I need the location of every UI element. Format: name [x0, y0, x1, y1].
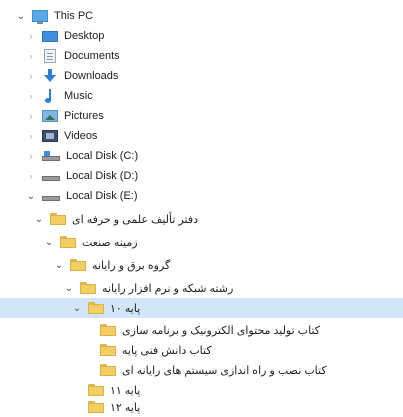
chevron-right-icon[interactable]: › — [26, 30, 36, 42]
documents-icon — [44, 49, 56, 63]
chevron-right-icon[interactable]: › — [26, 110, 36, 122]
chevron-right-icon[interactable]: › — [26, 50, 36, 62]
local-disk-icon — [42, 194, 60, 202]
tree-item-folder[interactable]: کتاب تولید محتوای الکترونیک و برنامه ساز… — [0, 320, 403, 340]
tree-item-label: گروه برق و رایانه — [92, 259, 171, 272]
chevron-down-icon[interactable]: ⌄ — [34, 213, 44, 225]
tree-item-label: Music — [64, 90, 93, 102]
tree-item-label: Local Disk (C:) — [66, 150, 139, 162]
chevron-right-icon[interactable]: › — [26, 130, 36, 142]
tree-item-desktop[interactable]: › Desktop — [0, 26, 403, 46]
tree-item-folder-selected[interactable]: ⌄ پایه ۱۰ — [0, 298, 403, 318]
tree-item-folder[interactable]: پایه ۱۲ — [0, 397, 403, 417]
chevron-right-icon[interactable]: › — [26, 90, 36, 102]
tree-item-label: Local Disk (D:) — [66, 170, 139, 182]
music-icon — [42, 89, 58, 103]
tree-item-label: پایه ۱۱ — [110, 384, 141, 397]
tree-item-folder[interactable]: کتاب نصب و راه اندازی سیستم های رایانه ا… — [0, 360, 403, 380]
tree-item-folder[interactable]: کتاب دانش فنی پایه — [0, 340, 403, 360]
tree-item-downloads[interactable]: › Downloads — [0, 66, 403, 86]
tree-item-label: Documents — [64, 50, 120, 62]
chevron-down-icon[interactable]: ⌄ — [44, 236, 54, 248]
tree-item-folder[interactable]: ⌄ زمینه صنعت — [0, 232, 403, 252]
pc-icon — [32, 10, 48, 24]
folder-icon — [80, 282, 96, 294]
chevron-down-icon[interactable]: ⌄ — [16, 10, 26, 22]
local-disk-icon — [42, 174, 60, 182]
folder-icon — [60, 236, 76, 248]
tree-item-folder[interactable]: ⌄ گروه برق و رایانه — [0, 255, 403, 275]
tree-item-label: زمینه صنعت — [82, 236, 138, 249]
folder-icon — [100, 364, 116, 376]
folder-icon — [70, 259, 86, 271]
folder-icon — [50, 213, 66, 225]
tree-item-label: پایه ۱۲ — [110, 401, 141, 414]
tree-item-label: رشته شبکه و نرم افزار رایانه — [102, 282, 234, 295]
folder-icon — [100, 344, 116, 356]
tree-item-folder[interactable]: ⌄ دفتر تألیف علمی و حرفه ای — [0, 209, 403, 229]
chevron-down-icon[interactable]: ⌄ — [64, 282, 74, 294]
chevron-right-icon[interactable]: › — [26, 150, 36, 162]
tree-item-label: کتاب تولید محتوای الکترونیک و برنامه ساز… — [122, 324, 320, 337]
tree-item-local-disk-d[interactable]: › Local Disk (D:) — [0, 166, 403, 186]
tree-item-label: کتاب دانش فنی پایه — [122, 344, 212, 357]
downloads-icon — [42, 69, 58, 83]
chevron-right-icon[interactable]: › — [26, 170, 36, 182]
tree-item-label: Pictures — [64, 110, 104, 122]
folder-icon — [88, 401, 104, 413]
chevron-right-icon[interactable]: › — [26, 70, 36, 82]
chevron-down-icon[interactable]: ⌄ — [26, 190, 36, 202]
tree-item-local-disk-c[interactable]: › Local Disk (C:) — [0, 146, 403, 166]
tree-item-label: کتاب نصب و راه اندازی سیستم های رایانه ا… — [122, 364, 327, 377]
tree-item-documents[interactable]: › Documents — [0, 46, 403, 66]
tree-item-label: پایه ۱۰ — [110, 302, 141, 315]
tree-item-label: This PC — [54, 10, 94, 22]
tree-item-label: Local Disk (E:) — [66, 190, 138, 202]
folder-icon — [88, 384, 104, 396]
pictures-icon — [42, 110, 58, 122]
tree-item-label: Desktop — [64, 30, 105, 42]
tree-item-music[interactable]: › Music — [0, 86, 403, 106]
tree-item-videos[interactable]: › Videos — [0, 126, 403, 146]
folder-icon — [100, 324, 116, 336]
navigation-tree: ⌄ This PC › Desktop › Documents › Downlo… — [0, 0, 403, 415]
chevron-down-icon[interactable]: ⌄ — [54, 259, 64, 271]
folder-icon — [88, 302, 104, 314]
desktop-icon — [42, 30, 58, 42]
tree-item-label: Videos — [64, 130, 98, 142]
videos-icon — [42, 130, 58, 142]
tree-item-label: دفتر تألیف علمی و حرفه ای — [72, 213, 199, 226]
tree-item-this-pc[interactable]: ⌄ This PC — [0, 6, 403, 26]
tree-item-pictures[interactable]: › Pictures — [0, 106, 403, 126]
tree-item-folder[interactable]: ⌄ رشته شبکه و نرم افزار رایانه — [0, 278, 403, 298]
local-disk-os-icon — [42, 151, 60, 162]
tree-item-label: Downloads — [64, 70, 119, 82]
chevron-down-icon[interactable]: ⌄ — [72, 302, 82, 314]
tree-item-local-disk-e[interactable]: ⌄ Local Disk (E:) — [0, 186, 403, 206]
